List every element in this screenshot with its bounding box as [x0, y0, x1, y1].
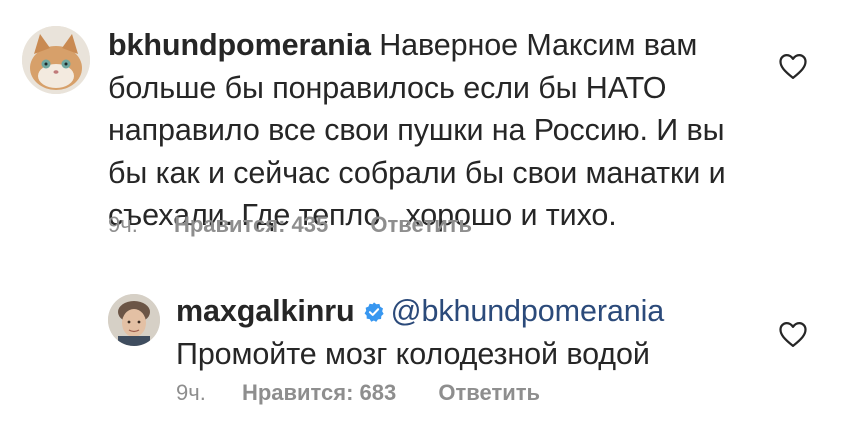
- comment-text-line: больше бы понравилось если бы НАТО: [108, 70, 667, 105]
- comment-time[interactable]: 9ч.: [108, 212, 138, 238]
- likes-count[interactable]: Нравится: 435: [174, 212, 328, 238]
- cat-avatar-icon: [22, 26, 90, 94]
- heart-outline-icon[interactable]: [778, 320, 808, 348]
- reply-button[interactable]: Ответить: [370, 212, 472, 238]
- comment-body: maxgalkinru @bkhundpomerania Промойте мо…: [176, 290, 736, 375]
- comment-text-line: Промойте мозг колодезной водой: [176, 336, 650, 371]
- comment-meta: 9ч. Нравится: 435 Ответить: [108, 212, 472, 238]
- heart-outline-icon[interactable]: [778, 52, 808, 80]
- avatar[interactable]: [108, 294, 160, 346]
- comment-text-line: бы как и сейчас собрали бы свои манатки …: [108, 155, 726, 190]
- verified-badge-icon: [364, 302, 384, 322]
- mention-link[interactable]: @bkhundpomerania: [391, 294, 665, 328]
- username[interactable]: maxgalkinru: [176, 294, 355, 328]
- comment-1: bkhundpomerania Наверное Максим вам боль…: [0, 0, 850, 250]
- reply-button[interactable]: Ответить: [438, 380, 540, 406]
- comment-meta: 9ч. Нравится: 683 Ответить: [176, 380, 540, 406]
- person-avatar-icon: [108, 294, 160, 346]
- comment-text-line: направило все свои пушки на Россию. И вы: [108, 113, 725, 147]
- username[interactable]: bkhundpomerania: [108, 28, 371, 62]
- likes-count[interactable]: Нравится: 683: [242, 380, 396, 406]
- comment-body: bkhundpomerania Наверное Максим вам боль…: [108, 24, 768, 237]
- comment-text-line: Наверное Максим вам: [379, 28, 698, 62]
- avatar[interactable]: [22, 26, 90, 94]
- comment-time[interactable]: 9ч.: [176, 380, 206, 406]
- comment-2: maxgalkinru @bkhundpomerania Промойте мо…: [0, 260, 850, 438]
